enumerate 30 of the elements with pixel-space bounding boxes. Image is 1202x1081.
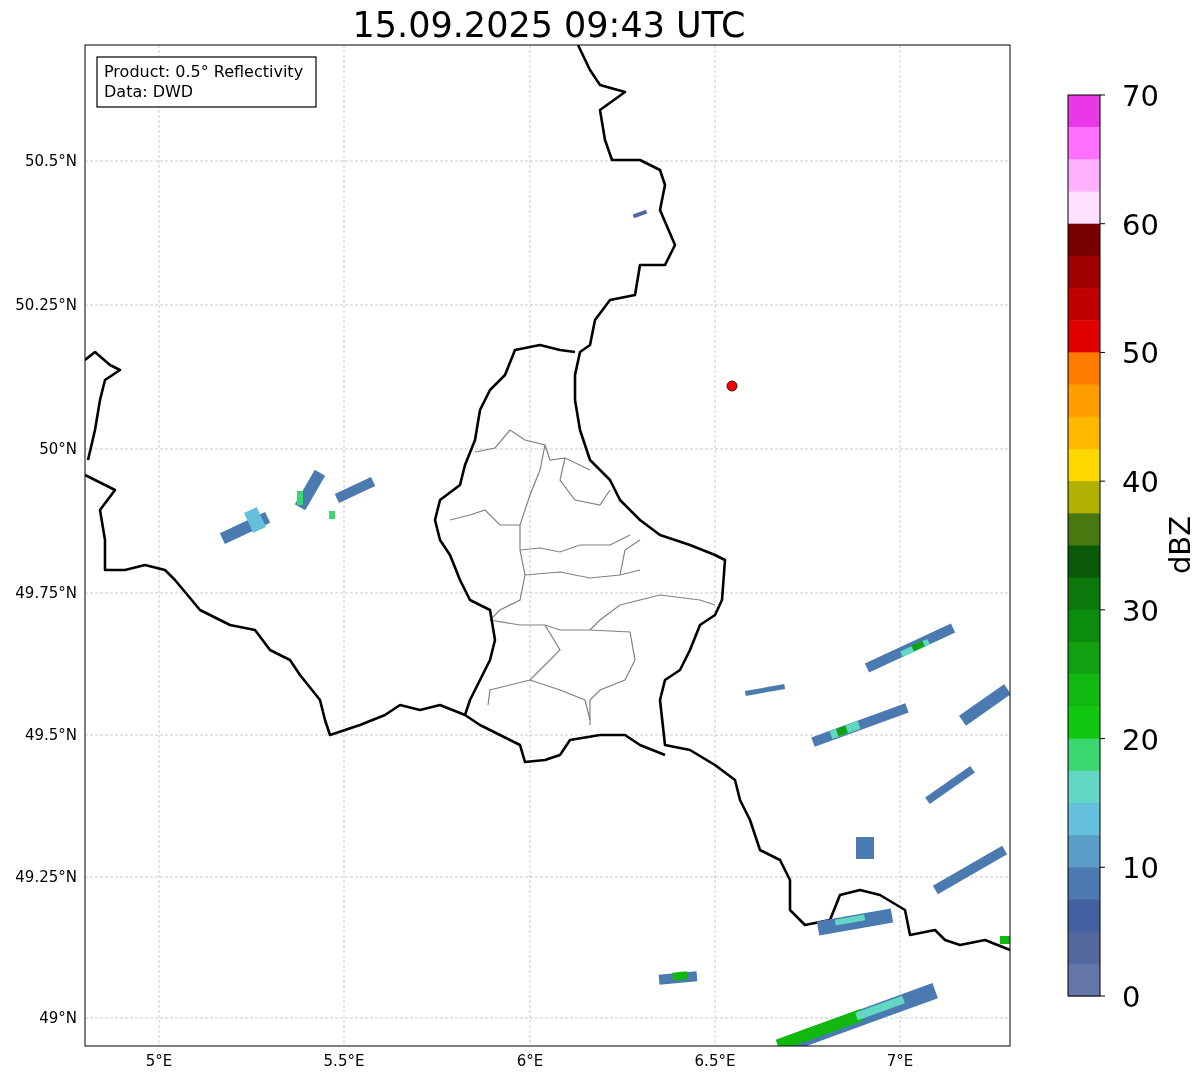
axis-label: 49.25°N — [15, 868, 77, 886]
map-title: 15.09.2025 09:43 UTC — [352, 5, 746, 45]
axis-label: 50.5°N — [24, 152, 77, 170]
radar-site-marker — [726, 380, 738, 392]
radar-echo — [856, 837, 874, 859]
colorbar-label: 60 — [1122, 207, 1159, 242]
legend-text: Data: DWD — [104, 82, 194, 101]
colorbar-title: dBZ — [1163, 515, 1197, 575]
colorbar-label: 70 — [1122, 79, 1159, 113]
axis-label: 50.25°N — [15, 296, 77, 314]
radar-echo — [1000, 936, 1010, 944]
axis-label: 5.5°E — [323, 1052, 365, 1070]
colorbar-label: 50 — [1122, 336, 1159, 371]
axis-label: 49.5°N — [24, 726, 77, 744]
axis-label: 49°N — [39, 1009, 77, 1027]
radar-echo — [329, 511, 335, 519]
legend-text: Product: 0.5° Reflectivity — [104, 62, 304, 81]
colorbar-label: 40 — [1122, 465, 1159, 500]
axis-label: 7°E — [886, 1052, 914, 1070]
axis-label: 5°E — [145, 1052, 173, 1070]
radar-echo — [632, 209, 648, 219]
axis-label: 6.5°E — [694, 1052, 736, 1070]
colorbar-label: 20 — [1122, 722, 1159, 757]
radar-echo — [744, 684, 786, 696]
axis-label: 6°E — [516, 1052, 544, 1070]
axis-label: 50°N — [39, 440, 77, 458]
colorbar-label: 10 — [1122, 851, 1159, 886]
colorbar-label: 30 — [1122, 593, 1159, 628]
colorbar-label: 0 — [1122, 980, 1141, 1014]
axis-label: 49.75°N — [15, 584, 77, 602]
